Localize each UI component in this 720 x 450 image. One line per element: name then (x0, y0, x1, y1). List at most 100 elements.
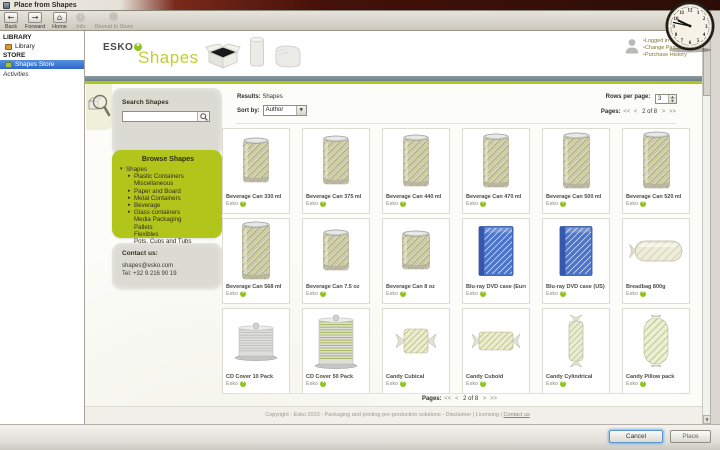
browse-item-glass-containers[interactable]: ▸Glass containers (120, 209, 216, 216)
product-image-can (306, 219, 366, 283)
product-card-breadbag-800g[interactable]: Breadbag 800gEsko* (622, 218, 690, 304)
page-first-link[interactable]: << (623, 109, 630, 115)
sidebar-item-library[interactable]: Library (0, 42, 84, 51)
product-image-cd (226, 309, 286, 373)
toolbar-button-reveal-in-store[interactable]: Reveal In Store (95, 12, 133, 30)
search-input[interactable] (123, 112, 197, 121)
browse-item-miscellaneous[interactable]: Miscellaneous (120, 180, 216, 187)
product-name: Blu-ray DVD case (European (466, 284, 526, 290)
browse-item-metal-containers[interactable]: ▸Metal Containers (120, 195, 216, 202)
chevron-down-icon[interactable]: ▼ (296, 106, 306, 115)
esko-star-icon: * (400, 381, 406, 387)
product-author: Esko* (386, 381, 446, 387)
product-card-beverage-can-440-ml[interactable]: Beverage Can 440 mlEsko* (382, 128, 450, 214)
esko-star-icon: * (400, 201, 406, 207)
product-card-beverage-can-470-ml[interactable]: Beverage Can 470 mlEsko* (462, 128, 530, 214)
sort-dropdown[interactable]: Author ▼ (263, 105, 307, 116)
product-card-beverage-can-8-oz[interactable]: Beverage Can 8 ozEsko* (382, 218, 450, 304)
place-button[interactable]: Place (670, 430, 711, 443)
product-card-beverage-can-500-ml[interactable]: Beverage Can 500 mlEsko* (542, 128, 610, 214)
sidebar-item-label: Shapes Store (15, 61, 54, 68)
account-link-purchase-history[interactable]: Purchase History (643, 52, 690, 59)
scrollbar[interactable]: ▲ ▼ (702, 31, 710, 424)
esko-star-icon: * (560, 381, 566, 387)
results-value: Shapes (262, 94, 282, 100)
product-card-beverage-can-375-ml[interactable]: Beverage Can 375 mlEsko* (302, 128, 370, 214)
browse-root-shapes[interactable]: ▾Shapes (120, 166, 216, 173)
rows-per-page: Rows per page: 3 ▲ ▼ (515, 94, 677, 104)
store-body: Search Shapes Browse Shapes ▾Shapes▸Plas… (85, 84, 710, 424)
product-card-candy-cylindrical[interactable]: Candy CylindricalEsko* (542, 308, 610, 394)
product-image-bluray (466, 219, 526, 283)
product-card-blu-ray-dvd-case-us[interactable]: Blu-ray DVD case (US)Esko* (542, 218, 610, 304)
scroll-up-icon[interactable]: ▲ (703, 31, 710, 40)
browse-panel: Browse Shapes ▾Shapes▸Plastic Containers… (112, 150, 222, 238)
browse-item-beverage[interactable]: ▸Beverage (120, 202, 216, 209)
browse-item-pallets[interactable]: Pallets (120, 224, 216, 231)
toolbar-button-back[interactable]: ←Back (4, 12, 18, 30)
page-last-link[interactable]: >> (669, 109, 676, 115)
product-card-blu-ray-dvd-case-european[interactable]: Blu-ray DVD case (EuropeanEsko* (462, 218, 530, 304)
rows-per-page-spinner[interactable]: 3 ▲ ▼ (655, 94, 677, 104)
search-button[interactable] (197, 112, 209, 121)
window-titlebar[interactable]: Place from Shapes (0, 0, 720, 11)
product-card-beverage-can-330-ml[interactable]: Beverage Can 330 mlEsko* (222, 128, 290, 214)
page-prev-link[interactable]: < (455, 396, 459, 402)
browse-panel-title: Browse Shapes (120, 156, 216, 163)
esko-logo[interactable]: ESKO* (103, 42, 142, 53)
product-author-name: Esko (626, 201, 638, 207)
footer-contact-link[interactable]: Contact us (503, 412, 529, 418)
spinner-down-icon[interactable]: ▼ (669, 99, 676, 103)
can-icon (249, 36, 265, 69)
sort-label: Sort by: (237, 108, 260, 114)
product-card-beverage-can-7-5-oz[interactable]: Beverage Can 7.5 ozEsko* (302, 218, 370, 304)
browse-item-label: Flexibles (134, 231, 158, 238)
store-webview: ESKO* Shapes (85, 31, 710, 424)
esko-star-icon: * (640, 291, 646, 297)
product-image-cd50 (306, 309, 366, 373)
browse-item-media-packaging[interactable]: Media Packaging (120, 216, 216, 223)
box-icon (205, 43, 241, 69)
browse-item-plastic-containers[interactable]: ▸Plastic Containers (120, 173, 216, 180)
window-edge (710, 11, 720, 424)
browse-item-flexibles[interactable]: Flexibles (120, 231, 216, 238)
product-card-candy-pillow-pack[interactable]: Candy Pillow packEsko* (622, 308, 690, 394)
sidebar-item-shapes-store[interactable]: Shapes Store (0, 60, 84, 69)
product-author: Esko* (306, 381, 366, 387)
cancel-button[interactable]: Cancel (609, 430, 663, 443)
browse-item-label: Miscellaneous (134, 180, 173, 187)
toolbar-button-label: Reveal In Store (95, 24, 133, 30)
product-author: Esko* (386, 291, 446, 297)
product-card-beverage-can-520-ml[interactable]: Beverage Can 520 mlEsko* (622, 128, 690, 214)
esko-star-icon: * (640, 381, 646, 387)
product-card-candy-cuboid[interactable]: Candy CuboidEsko* (462, 308, 530, 394)
page-next-link[interactable]: > (483, 396, 487, 402)
product-author-name: Esko (226, 291, 238, 297)
esko-star-icon: * (480, 291, 486, 297)
account-link-logged-in[interactable]: Logged in (643, 38, 690, 45)
product-image-can (226, 219, 286, 283)
product-card-beverage-can-568-ml[interactable]: Beverage Can 568 mlEsko* (222, 218, 290, 304)
product-image-can (226, 129, 286, 193)
product-card-cd-cover-10-pack[interactable]: CD Cover 10 PackEsko* (222, 308, 290, 394)
page-last-link[interactable]: >> (490, 396, 497, 402)
product-card-candy-cubical[interactable]: Candy CubicalEsko* (382, 308, 450, 394)
store-box-icon (5, 62, 12, 68)
page-next-link[interactable]: > (662, 109, 666, 115)
toolbar-button-forward[interactable]: →Forward (25, 12, 45, 30)
sidebar-activities-label[interactable]: Activities (0, 69, 84, 78)
browse-item-label: Beverage (134, 202, 161, 209)
product-name: Candy Pillow pack (626, 374, 686, 380)
toolbar-button-info[interactable]: iInfo (74, 12, 88, 30)
page-title: Shapes (138, 48, 199, 68)
toolbar-button-label: Home (52, 24, 67, 30)
browse-item-paper-and-board[interactable]: ▸Paper and Board (120, 188, 216, 195)
page-prev-link[interactable]: < (634, 109, 638, 115)
account-link-change-password[interactable]: Change Password (643, 45, 690, 52)
scrollbar-thumb[interactable] (703, 41, 710, 96)
page-first-link[interactable]: << (444, 396, 451, 402)
library-box-icon (5, 44, 12, 50)
toolbar-button-home[interactable]: ⌂Home (52, 12, 67, 30)
product-card-cd-cover-50-pack[interactable]: CD Cover 50 PackEsko* (302, 308, 370, 394)
scroll-down-icon[interactable]: ▼ (703, 415, 710, 424)
